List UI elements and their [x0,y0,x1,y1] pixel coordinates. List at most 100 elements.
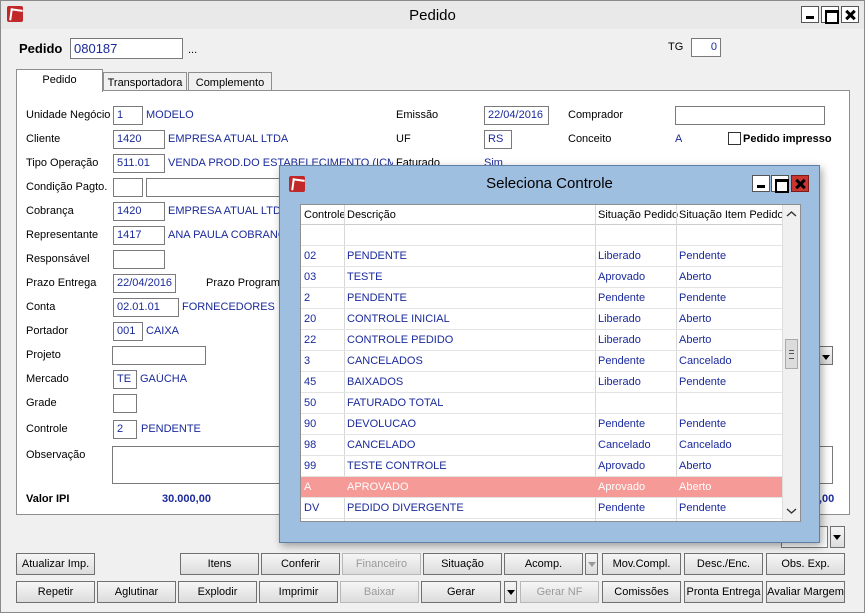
tab-pedido[interactable]: Pedido [16,69,103,92]
portador-code-field[interactable]: 001 [113,322,143,341]
table-row[interactable]: 3 CANCELADOS Pendente Cancelado [301,351,783,372]
imprimir-button[interactable]: Imprimir [259,581,338,603]
representante-code-field[interactable]: 1417 [113,226,165,245]
acomp-dropdown-arrow[interactable] [585,553,598,575]
conta-desc: FORNECEDORES INT [182,301,280,313]
atualizar-imp-button[interactable]: Atualizar Imp. [16,553,95,575]
obs-exp-button[interactable]: Obs. Exp. [766,553,845,575]
table-row[interactable]: 03 TESTE Aprovado Aberto [301,267,783,288]
minimize-button[interactable] [801,6,819,23]
grade-field[interactable] [113,394,137,413]
table-row[interactable]: 02 PENDENTE Liberado Pendente [301,246,783,267]
table-row[interactable]: 2 PENDENTE Pendente Pendente [301,288,783,309]
condicao-code-field[interactable] [113,178,143,197]
acomp-button[interactable]: Acomp. [504,553,583,575]
gerar-button[interactable]: Gerar [421,581,501,603]
prazo-programado-label: Prazo Programa [206,277,287,289]
mercado-label: Mercado [26,373,69,385]
scroll-up-icon[interactable] [786,209,797,220]
tipo-operacao-code-field[interactable]: 511.01 [113,154,165,173]
table-row[interactable]: 90 DEVOLUCAO Pendente Pendente [301,414,783,435]
financeiro-button[interactable]: Financeiro [342,553,421,575]
pedido-search-button[interactable]: ... [188,44,197,56]
row-situacao-item: Aberto [679,481,712,493]
row-situacao-item: Pendente [679,502,727,514]
row-descricao: CONTROLE INICIAL [347,313,450,325]
pedido-number-field[interactable]: 080187 [70,38,183,59]
dialog-title: Seleciona Controle [486,175,613,192]
row-controle: 2 [304,292,311,304]
controle-code-field[interactable]: 2 [113,420,137,439]
uf-field[interactable]: RS [484,130,512,149]
unidade-code-field[interactable]: 1 [113,106,143,125]
table-row[interactable]: 20 CONTROLE INICIAL Liberado Aberto [301,309,783,330]
explodir-button[interactable]: Explodir [178,581,257,603]
grid-scrollbar[interactable] [782,205,800,521]
aglutinar-button[interactable]: Aglutinar [97,581,176,603]
desc-enc-button[interactable]: Desc./Enc. [684,553,763,575]
row-situacao-pedido: Pendente [598,292,646,304]
gerar-dropdown-arrow[interactable] [504,581,517,603]
avaliar-margem-button[interactable]: Avaliar Margem [766,581,845,603]
comissoes-button[interactable]: Comissões [602,581,681,603]
cliente-code-field[interactable]: 1420 [113,130,165,149]
pronta-entrega-button[interactable]: Pronta Entrega [684,581,763,603]
maximize-button[interactable] [821,6,839,24]
row-situacao-item: Pendente [679,292,727,304]
table-row[interactable]: A APROVADO Aprovado Aberto [301,477,783,498]
prazo-entrega-field[interactable]: 22/04/2016 [113,274,176,293]
scroll-thumb[interactable] [785,339,798,369]
dialog-minimize-button[interactable] [752,175,770,192]
table-row[interactable]: 99 TESTE CONTROLE Aprovado Aberto [301,456,783,477]
dialog-close-button[interactable] [791,175,809,192]
tg-field[interactable]: 0 [691,38,721,57]
table-row[interactable]: 45 BAIXADOS Liberado Pendente [301,372,783,393]
conta-code-field[interactable]: 02.01.01 [113,298,179,317]
conceito-value: A [675,133,683,145]
projeto-label: Projeto [26,349,61,361]
repetir-button[interactable]: Repetir [16,581,95,603]
row-descricao: BAIXADOS [347,376,404,388]
row-situacao-pedido: Aprovado [598,460,646,472]
situacao-button[interactable]: Situação [423,553,502,575]
projeto-field[interactable] [112,346,206,365]
scroll-down-icon[interactable] [786,505,797,516]
grade-label: Grade [26,397,57,409]
comprador-label: Comprador [568,109,624,121]
table-row[interactable]: DV PEDIDO DIVERGENTE Pendente Pendente [301,498,783,519]
responsavel-field[interactable] [113,250,165,269]
bottom-combo-arrow[interactable] [830,526,845,548]
table-row[interactable]: 22 CONTROLE PEDIDO Liberado Aberto [301,330,783,351]
pedido-impresso-checkbox[interactable] [728,132,741,145]
table-row[interactable] [301,225,783,246]
responsavel-label: Responsável [26,253,90,265]
baixar-button[interactable]: Baixar [340,581,419,603]
row-descricao: PENDENTE [347,250,407,262]
emissao-field[interactable]: 22/04/2016 [484,106,549,125]
mercado-code-field[interactable]: TE [113,370,137,389]
col-controle-header[interactable]: Controle [304,209,346,221]
cobranca-code-field[interactable]: 1420 [113,202,165,221]
row-situacao-pedido: Liberado [598,313,641,325]
gerar-nf-button[interactable]: Gerar NF [520,581,599,603]
row-controle: 02 [304,250,317,262]
valor-ipi-label: Valor IPI [26,493,70,505]
col-descricao-header[interactable]: Descrição [347,209,396,221]
condicao-desc-field[interactable] [146,178,296,197]
close-button[interactable] [841,6,859,23]
combo-dropdown-arrow[interactable] [819,346,833,365]
observacao-field[interactable] [112,446,292,484]
col-situacao-item-header[interactable]: Situação Item Pedido [679,209,784,221]
col-situacao-pedido-header[interactable]: Situação Pedido [598,209,678,221]
window-title: Pedido [409,7,456,24]
row-situacao-item: Aberto [679,460,712,472]
row-situacao-pedido: Liberado [598,334,641,346]
mov-compl-button[interactable]: Mov.Compl. [602,553,681,575]
table-row[interactable]: 98 CANCELADO Cancelado Cancelado [301,435,783,456]
table-row[interactable]: 50 FATURADO TOTAL [301,393,783,414]
unidade-desc: MODELO [146,109,194,121]
conferir-button[interactable]: Conferir [261,553,340,575]
itens-button[interactable]: Itens [180,553,259,575]
dialog-maximize-button[interactable] [771,175,789,193]
comprador-field[interactable] [675,106,825,125]
